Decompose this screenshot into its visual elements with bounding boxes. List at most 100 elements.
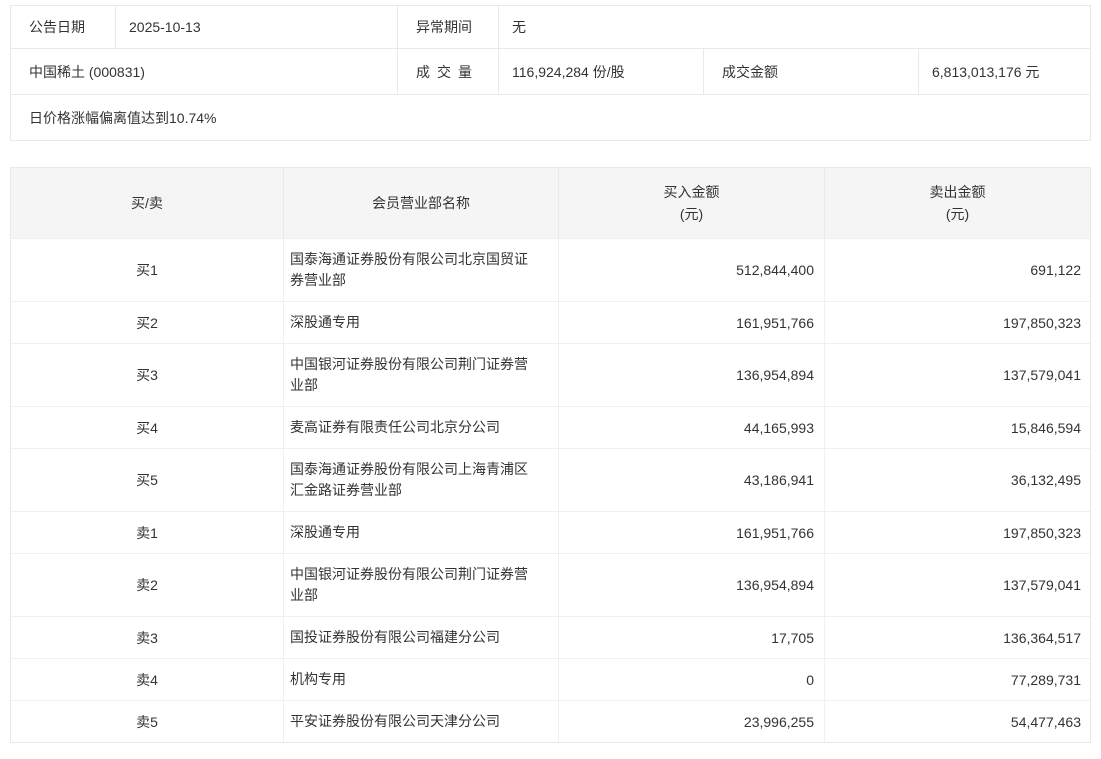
alert-cell: 日价格涨幅偏离值达到10.74% <box>11 95 1090 140</box>
sell-amount-text: 136,364,517 <box>1003 630 1081 646</box>
buy-amount-cell: 43,186,941 <box>559 449 825 511</box>
branch-cell: 国投证券股份有限公司福建分公司 <box>284 617 559 658</box>
sell-amount-cell: 137,579,041 <box>825 554 1090 616</box>
announce-date-value: 2025-10-13 <box>116 6 398 48</box>
buy-amount-text: 17,705 <box>771 630 814 646</box>
sell-amount-text: 54,477,463 <box>1011 714 1081 730</box>
buy-amount-cell: 17,705 <box>559 617 825 658</box>
table-row: 卖3 国投证券股份有限公司福建分公司 17,705 136,364,517 <box>11 616 1090 658</box>
buy-amount-text: 44,165,993 <box>744 420 814 436</box>
header-sell-line1: 卖出金额 <box>930 181 986 203</box>
side-cell: 卖5 <box>11 701 284 742</box>
buy-amount-cell: 512,844,400 <box>559 239 825 301</box>
sell-amount-cell: 15,846,594 <box>825 407 1090 448</box>
abnormal-period-label-text: 异常期间 <box>416 17 472 37</box>
stock-name-text: 中国稀土 (000831) <box>29 62 145 82</box>
side-text: 买2 <box>136 313 158 333</box>
header-buy-line1: 买入金额 <box>664 181 720 203</box>
table-row: 买3 中国银河证券股份有限公司荆门证券营业部 136,954,894 137,5… <box>11 343 1090 406</box>
table-row: 卖1 深股通专用 161,951,766 197,850,323 <box>11 511 1090 553</box>
sell-amount-cell: 691,122 <box>825 239 1090 301</box>
side-cell: 卖1 <box>11 512 284 553</box>
volume-value-text: 116,924,284 份/股 <box>512 62 625 82</box>
abnormal-period-label: 异常期间 <box>398 6 499 48</box>
header-branch-text: 会员营业部名称 <box>372 192 470 214</box>
branch-cell: 深股通专用 <box>284 302 559 343</box>
header-sell-amount: 卖出金额 (元) <box>825 168 1090 238</box>
branch-cell: 中国银河证券股份有限公司荆门证券营业部 <box>284 554 559 616</box>
buy-amount-cell: 0 <box>559 659 825 700</box>
branch-cell: 中国银河证券股份有限公司荆门证券营业部 <box>284 344 559 406</box>
side-text: 买1 <box>136 260 158 280</box>
sell-amount-text: 137,579,041 <box>1003 367 1081 383</box>
header-sell-line2: (元) <box>946 203 969 225</box>
header-buy-line2: (元) <box>680 203 703 225</box>
volume-label-text: 成交量 <box>416 62 472 82</box>
side-cell: 买1 <box>11 239 284 301</box>
branch-cell: 机构专用 <box>284 659 559 700</box>
buy-amount-cell: 161,951,766 <box>559 512 825 553</box>
abnormal-period-value: 无 <box>499 6 1090 48</box>
table-row: 买1 国泰海通证券股份有限公司北京国贸证券营业部 512,844,400 691… <box>11 238 1090 301</box>
branch-cell: 国泰海通证券股份有限公司上海青浦区汇金路证券营业部 <box>284 449 559 511</box>
side-text: 卖2 <box>136 575 158 595</box>
branch-cell: 深股通专用 <box>284 512 559 553</box>
sell-amount-cell: 136,364,517 <box>825 617 1090 658</box>
alert-text: 日价格涨幅偏离值达到10.74% <box>29 108 216 128</box>
header-buy-amount: 买入金额 (元) <box>559 168 825 238</box>
sell-amount-cell: 137,579,041 <box>825 344 1090 406</box>
branch-name-text: 深股通专用 <box>290 512 540 553</box>
broker-table-header: 买/卖 会员营业部名称 买入金额 (元) 卖出金额 (元) <box>11 168 1090 238</box>
buy-amount-text: 0 <box>806 672 814 688</box>
branch-name-text: 平安证券股份有限公司天津分公司 <box>290 701 540 742</box>
volume-label: 成交量 <box>398 49 499 94</box>
branch-name-text: 中国银河证券股份有限公司荆门证券营业部 <box>290 554 540 616</box>
side-text: 卖1 <box>136 523 158 543</box>
table-row: 卖5 平安证券股份有限公司天津分公司 23,996,255 54,477,463 <box>11 700 1090 742</box>
side-text: 卖3 <box>136 628 158 648</box>
sell-amount-text: 197,850,323 <box>1003 315 1081 331</box>
table-row: 卖4 机构专用 0 77,289,731 <box>11 658 1090 700</box>
summary-row-alert: 日价格涨幅偏离值达到10.74% <box>11 94 1090 140</box>
side-cell: 卖4 <box>11 659 284 700</box>
branch-cell: 国泰海通证券股份有限公司北京国贸证券营业部 <box>284 239 559 301</box>
buy-amount-text: 136,954,894 <box>736 577 814 593</box>
turnover-value-text: 6,813,013,176 元 <box>932 62 1039 82</box>
side-cell: 买4 <box>11 407 284 448</box>
branch-name-text: 深股通专用 <box>290 302 540 343</box>
broker-table-body: 买1 国泰海通证券股份有限公司北京国贸证券营业部 512,844,400 691… <box>11 238 1090 742</box>
buy-amount-cell: 23,996,255 <box>559 701 825 742</box>
announce-date-label: 公告日期 <box>11 6 116 48</box>
side-cell: 卖3 <box>11 617 284 658</box>
announce-date-value-text: 2025-10-13 <box>129 19 201 35</box>
turnover-label: 成交金额 <box>704 49 919 94</box>
buy-amount-text: 136,954,894 <box>736 367 814 383</box>
broker-table: 买/卖 会员营业部名称 买入金额 (元) 卖出金额 (元) 买1 国泰海通证券股… <box>10 167 1091 743</box>
sell-amount-cell: 197,850,323 <box>825 302 1090 343</box>
table-row: 买4 麦高证券有限责任公司北京分公司 44,165,993 15,846,594 <box>11 406 1090 448</box>
buy-amount-cell: 44,165,993 <box>559 407 825 448</box>
side-text: 卖4 <box>136 670 158 690</box>
stock-name-cell: 中国稀土 (000831) <box>11 49 398 94</box>
branch-name-text: 麦高证券有限责任公司北京分公司 <box>290 407 540 448</box>
sell-amount-text: 15,846,594 <box>1011 420 1081 436</box>
buy-amount-cell: 136,954,894 <box>559 344 825 406</box>
announce-date-label-text: 公告日期 <box>29 17 85 37</box>
header-side: 买/卖 <box>11 168 284 238</box>
branch-name-text: 国泰海通证券股份有限公司北京国贸证券营业部 <box>290 239 540 301</box>
header-side-text: 买/卖 <box>131 192 163 214</box>
side-text: 买4 <box>136 418 158 438</box>
abnormal-period-value-text: 无 <box>512 17 526 37</box>
sell-amount-text: 691,122 <box>1030 262 1081 278</box>
buy-amount-text: 43,186,941 <box>744 472 814 488</box>
branch-cell: 平安证券股份有限公司天津分公司 <box>284 701 559 742</box>
sell-amount-cell: 77,289,731 <box>825 659 1090 700</box>
buy-amount-text: 161,951,766 <box>736 315 814 331</box>
side-text: 买3 <box>136 365 158 385</box>
branch-name-text: 国泰海通证券股份有限公司上海青浦区汇金路证券营业部 <box>290 449 540 511</box>
buy-amount-text: 512,844,400 <box>736 262 814 278</box>
branch-name-text: 中国银河证券股份有限公司荆门证券营业部 <box>290 344 540 406</box>
side-cell: 买2 <box>11 302 284 343</box>
side-text: 卖5 <box>136 712 158 732</box>
sell-amount-cell: 54,477,463 <box>825 701 1090 742</box>
